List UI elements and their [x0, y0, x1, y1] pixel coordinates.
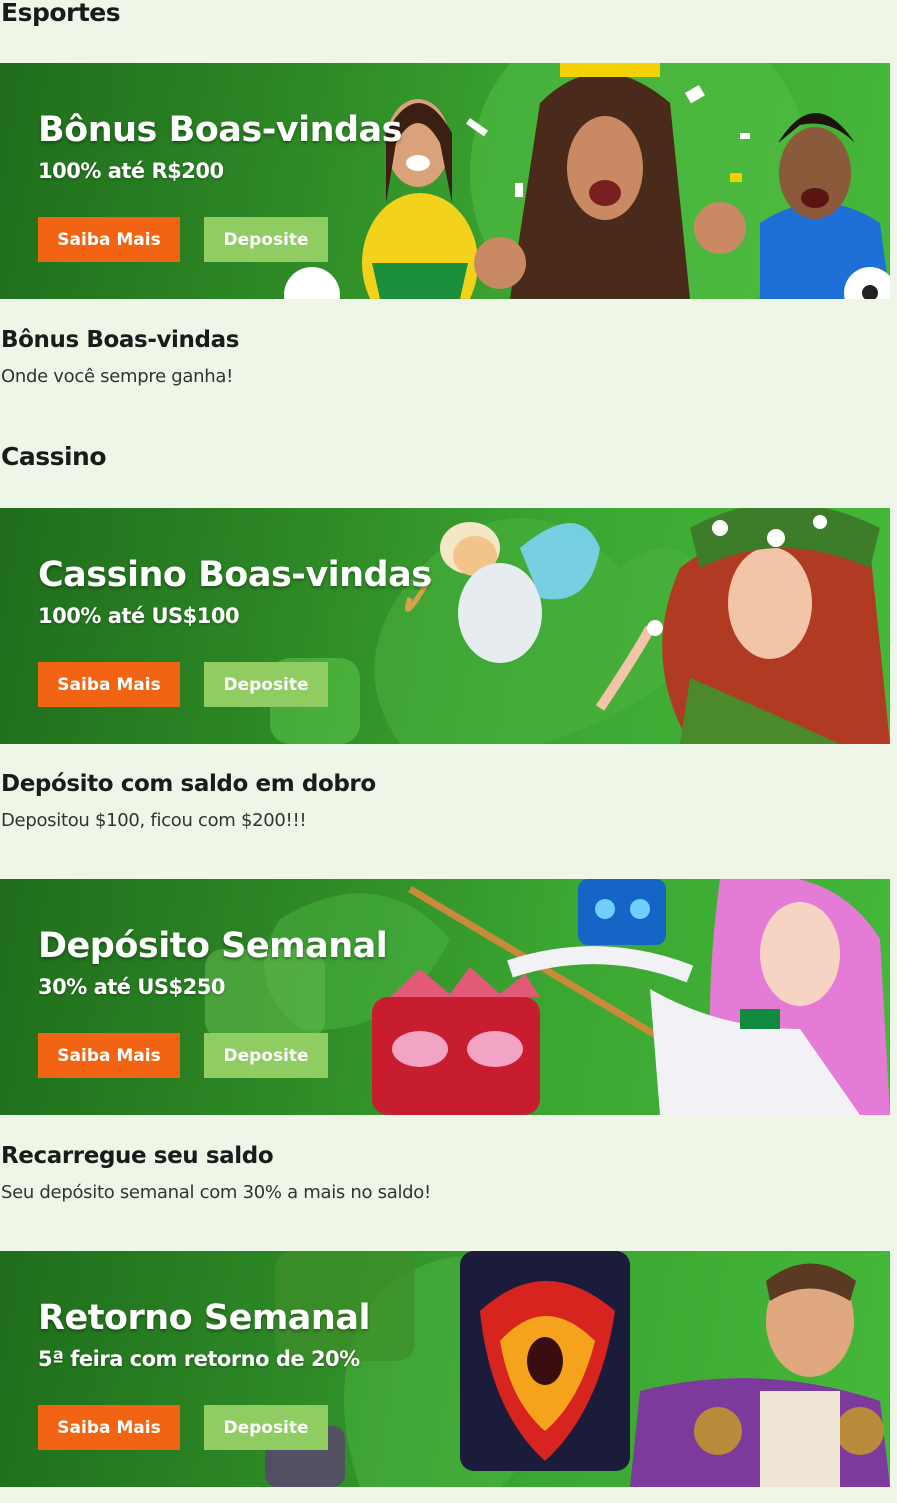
promo-banner-weekly-return[interactable]: Retorno Semanal 5ª feira com retorno de …: [0, 1251, 890, 1487]
learn-more-button[interactable]: Saiba Mais: [38, 1405, 180, 1450]
promo-headline: Depósito Semanal: [38, 926, 388, 966]
deposit-button[interactable]: Deposite: [204, 1405, 328, 1450]
section-title-sports: Esportes: [1, 0, 121, 27]
promo-subline: 30% até US$250: [38, 975, 225, 999]
promo-subline: 100% até US$100: [38, 604, 240, 628]
promo-banner-weekly-deposit[interactable]: Depósito Semanal 30% até US$250 Saiba Ma…: [0, 879, 890, 1115]
deposit-button[interactable]: Deposite: [204, 662, 328, 707]
promo-description: Depositou $100, ficou com $200!!!: [1, 810, 307, 831]
promo-banner-sports-welcome[interactable]: Bônus Boas-vindas 100% até R$200 Saiba M…: [0, 63, 890, 299]
deposit-button[interactable]: Deposite: [204, 1033, 328, 1078]
section-title-casino: Cassino: [1, 442, 107, 471]
promo-description: Seu depósito semanal com 30% a mais no s…: [1, 1182, 431, 1203]
promo-title: Depósito com saldo em dobro: [1, 771, 376, 797]
promo-headline: Cassino Boas-vindas: [38, 555, 432, 595]
promo-title: Recarregue seu saldo: [1, 1143, 274, 1169]
promo-title: Bônus Boas-vindas: [1, 327, 239, 353]
promo-banner-casino-welcome[interactable]: Cassino Boas-vindas 100% até US$100 Saib…: [0, 508, 890, 744]
promo-headline: Retorno Semanal: [38, 1298, 370, 1338]
promo-description: Onde você sempre ganha!: [1, 366, 233, 387]
promo-subline: 100% até R$200: [38, 159, 224, 183]
learn-more-button[interactable]: Saiba Mais: [38, 662, 180, 707]
deposit-button[interactable]: Deposite: [204, 217, 328, 262]
promo-headline: Bônus Boas-vindas: [38, 110, 403, 150]
promo-subline: 5ª feira com retorno de 20%: [38, 1347, 360, 1371]
learn-more-button[interactable]: Saiba Mais: [38, 217, 180, 262]
learn-more-button[interactable]: Saiba Mais: [38, 1033, 180, 1078]
